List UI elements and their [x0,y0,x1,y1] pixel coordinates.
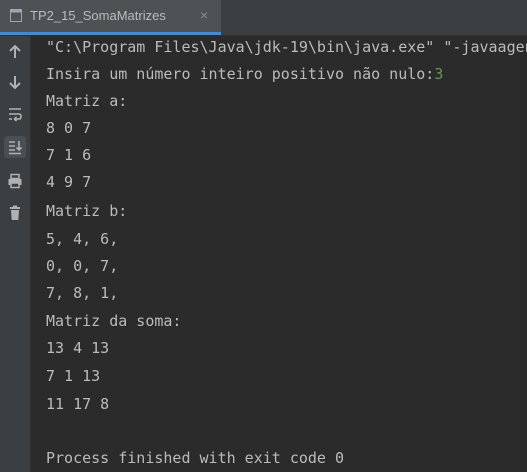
matrix-b-row: 5, 4, 6, [46,230,119,248]
sum-matrix-label: Matriz da soma: [46,312,182,330]
user-input-text: 3 [434,65,444,83]
soft-wrap-button[interactable] [4,103,26,125]
run-tab[interactable]: TP2_15_SomaMatrizes × [0,0,221,35]
sum-matrix-row: 7 1 13 [46,367,101,385]
matrix-a-row: 8 0 7 [46,119,92,137]
run-tab-title: TP2_15_SomaMatrizes [30,8,166,23]
console-toolbar [0,36,31,472]
soft-wrap-icon [9,108,22,122]
trash-icon [10,205,20,220]
run-tab-bar: TP2_15_SomaMatrizes × [0,0,527,36]
matrix-a-label: Matriz a: [46,92,128,110]
print-icon [8,173,22,189]
scroll-to-end-button[interactable] [4,136,26,158]
scroll-to-end-icon [9,141,23,155]
down-arrow-icon [9,76,21,90]
rerun-up-button[interactable] [4,41,26,63]
sum-matrix-row: 13 4 13 [46,339,110,357]
prompt-line: Insira um número inteiro positivo não nu… [46,61,443,88]
run-config-icon [10,9,22,22]
scroll-down-button[interactable] [4,71,26,93]
sum-matrix-row: 11 17 8 [46,395,110,413]
prompt-text: Insira um número inteiro positivo não nu… [46,65,435,83]
clear-all-button[interactable] [4,202,26,224]
command-line: "C:\Program Files\Java\jdk-19\bin\java.e… [46,38,527,56]
matrix-a-row: 7 1 6 [46,146,92,164]
matrix-a-row: 4 9 7 [46,173,92,191]
console-output[interactable]: "C:\Program Files\Java\jdk-19\bin\java.e… [31,36,527,472]
print-button[interactable] [4,170,26,192]
run-console-window: TP2_15_SomaMatrizes × "C:\Program Files\… [0,0,527,472]
matrix-b-row: 7, 8, 1, [46,284,119,302]
exit-message: Process finished with exit code 0 [46,449,345,467]
matrix-b-row: 0, 0, 7, [46,257,119,275]
close-icon[interactable]: × [200,7,208,23]
matrix-b-label: Matriz b: [46,202,128,220]
up-arrow-icon [9,44,21,58]
